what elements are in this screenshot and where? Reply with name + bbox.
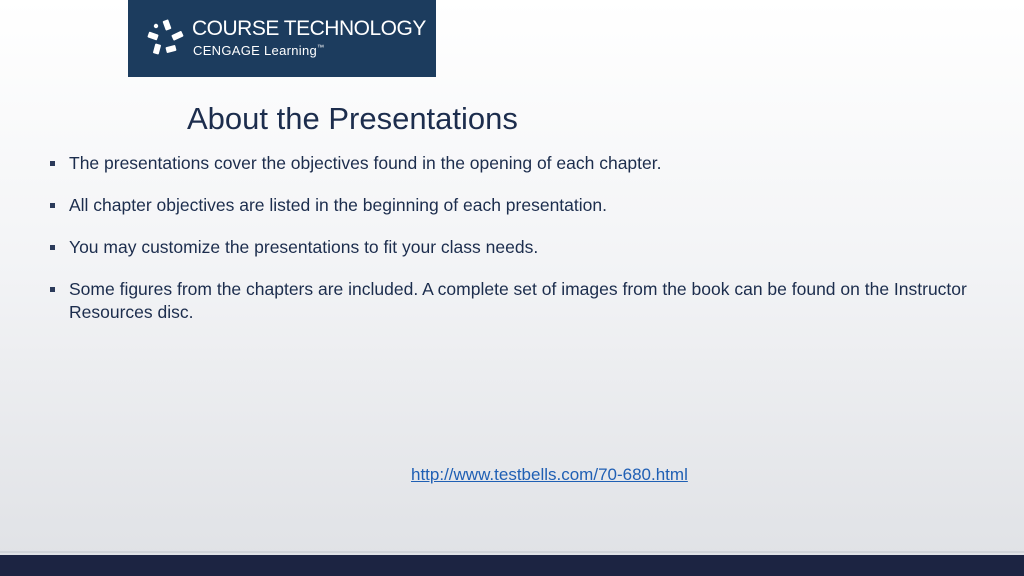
bullet-square-icon <box>50 203 55 208</box>
cengage-star-icon <box>147 19 184 55</box>
bullet-item: Some figures from the chapters are inclu… <box>50 278 1005 324</box>
bullet-item: The presentations cover the objectives f… <box>50 152 1005 175</box>
slide-title: About the Presentations <box>187 101 518 136</box>
footer-bar <box>0 555 1024 576</box>
bullet-text: You may customize the presentations to f… <box>69 237 539 257</box>
bullet-text: Some figures from the chapters are inclu… <box>69 279 967 322</box>
bullet-text: The presentations cover the objectives f… <box>69 153 662 173</box>
logo-subbrand-text: CENGAGE Learning™ <box>193 43 324 58</box>
logo-subbrand-label: CENGAGE Learning <box>193 43 318 58</box>
bullet-square-icon <box>50 161 55 166</box>
course-technology-logo: COURSE TECHNOLOGY CENGAGE Learning™ <box>128 0 436 77</box>
logo-trademark: ™ <box>317 44 325 52</box>
logo-brand-text: COURSE TECHNOLOGY <box>192 17 426 40</box>
bullet-square-icon <box>50 245 55 250</box>
bullet-list: The presentations cover the objectives f… <box>50 152 1005 343</box>
bullet-square-icon <box>50 287 55 292</box>
testbells-link[interactable]: http://www.testbells.com/70-680.html <box>411 465 688 485</box>
bullet-item: You may customize the presentations to f… <box>50 236 1005 259</box>
bullet-text: All chapter objectives are listed in the… <box>69 195 607 215</box>
footer-divider <box>0 551 1024 553</box>
bullet-item: All chapter objectives are listed in the… <box>50 194 1005 217</box>
